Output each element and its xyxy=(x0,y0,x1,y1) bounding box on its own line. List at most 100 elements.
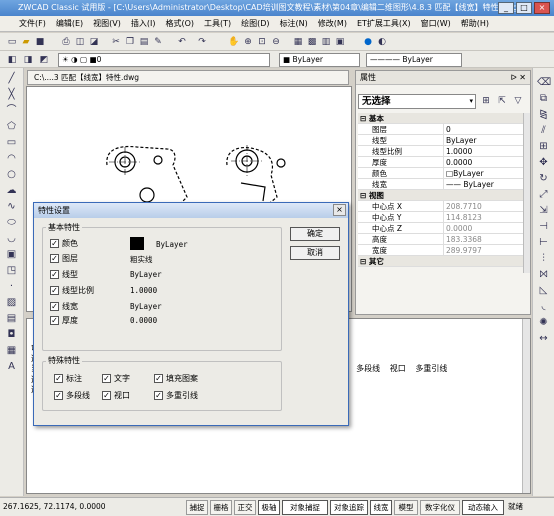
section-view[interactable]: ⊟ 视图 xyxy=(358,190,523,201)
close-icon[interactable]: × xyxy=(333,204,346,216)
dynamic-input-toggle[interactable]: 动态输入 xyxy=(462,500,504,515)
prop-row[interactable]: 线型比例 1.0000 xyxy=(358,146,523,157)
checkbox-polyline[interactable]: ✓ xyxy=(54,391,63,400)
mirror-icon[interactable]: ⧎ xyxy=(537,108,550,121)
ok-button[interactable]: 确定 xyxy=(290,227,340,241)
polyline-icon[interactable]: ⌒ xyxy=(5,104,18,117)
prop-row[interactable]: 线宽 —— ByLayer xyxy=(358,179,523,190)
snap-toggle[interactable]: 捕捉 xyxy=(186,500,208,515)
prop-row[interactable]: 高度 183.3368 xyxy=(358,234,523,245)
revision-cloud-icon[interactable]: ☁ xyxy=(5,184,18,197)
menu-insert[interactable]: 插入(I) xyxy=(126,18,161,29)
menu-draw[interactable]: 绘图(D) xyxy=(236,18,274,29)
region-icon[interactable]: ◘ xyxy=(5,328,18,341)
prop-row[interactable]: 线型 ByLayer xyxy=(358,135,523,146)
pan-icon[interactable]: ✋ xyxy=(228,36,240,48)
open-folder-icon[interactable]: ▰ xyxy=(20,36,32,48)
menu-tools[interactable]: 工具(T) xyxy=(199,18,236,29)
checkbox-dimension[interactable]: ✓ xyxy=(54,374,63,383)
new-file-icon[interactable]: ▭ xyxy=(6,36,18,48)
join-icon[interactable]: ⨝ xyxy=(537,268,550,281)
checkbox-thickness[interactable]: ✓ xyxy=(50,316,59,325)
menu-window[interactable]: 窗口(W) xyxy=(416,18,456,29)
erase-icon[interactable]: ⌫ xyxy=(537,76,551,89)
polygon-icon[interactable]: ⬠ xyxy=(5,120,18,133)
checkbox-linetype-scale[interactable]: ✓ xyxy=(50,286,59,295)
save-icon[interactable]: ■ xyxy=(34,36,46,48)
rotate-icon[interactable]: ↻ xyxy=(537,172,550,185)
polar-toggle[interactable]: 极轴 xyxy=(258,500,280,515)
prop-row[interactable]: 宽度 289.9797 xyxy=(358,245,523,256)
move-icon[interactable]: ✥ xyxy=(537,156,550,169)
menu-file[interactable]: 文件(F) xyxy=(14,18,51,29)
publish-icon[interactable]: ◪ xyxy=(88,36,100,48)
make-current-icon[interactable]: ◨ xyxy=(22,54,34,66)
undo-icon[interactable]: ↶ xyxy=(176,36,188,48)
lineweight-toggle[interactable]: 线宽 xyxy=(370,500,392,515)
ortho-toggle[interactable]: 正交 xyxy=(234,500,256,515)
tablet-toggle[interactable]: 数字化仪 xyxy=(420,500,460,515)
checkbox-viewport[interactable]: ✓ xyxy=(102,391,111,400)
calculator-icon[interactable]: ▣ xyxy=(334,36,346,48)
properties-icon[interactable]: ▦ xyxy=(292,36,304,48)
checkbox-hatch[interactable]: ✓ xyxy=(154,374,163,383)
checkbox-lineweight[interactable]: ✓ xyxy=(50,302,59,311)
rectangle-icon[interactable]: ▭ xyxy=(5,136,18,149)
zoom-previous-icon[interactable]: ⊖ xyxy=(270,36,282,48)
command-scrollbar[interactable] xyxy=(522,319,530,493)
quick-select-icon[interactable]: ⊞ xyxy=(480,95,492,107)
section-basic[interactable]: ⊟ 基本 xyxy=(358,113,523,124)
match-properties-icon[interactable]: ✎ xyxy=(152,36,164,48)
paste-icon[interactable]: ▤ xyxy=(138,36,150,48)
chamfer-icon[interactable]: ◺ xyxy=(537,284,550,297)
checkbox-layer[interactable]: ✓ xyxy=(50,254,59,263)
circle-icon[interactable]: ○ xyxy=(5,168,18,181)
design-center-icon[interactable]: ▩ xyxy=(306,36,318,48)
line-icon[interactable]: ╱ xyxy=(5,72,18,85)
help-icon[interactable]: ● xyxy=(362,36,374,48)
trim-icon[interactable]: ⊣ xyxy=(537,220,550,233)
select-objects-icon[interactable]: ⇱ xyxy=(496,95,508,107)
spline-icon[interactable]: ∿ xyxy=(5,200,18,213)
layer-dropdown[interactable]: ☀ ◑ ▢ ■0 xyxy=(58,53,270,67)
properties-scrollbar[interactable] xyxy=(523,113,530,273)
copy-icon[interactable]: ❐ xyxy=(124,36,136,48)
layer-manager-icon[interactable]: ◧ xyxy=(6,54,18,66)
tool-palette-icon[interactable]: ▥ xyxy=(320,36,332,48)
array-icon[interactable]: ⊞ xyxy=(537,140,550,153)
menu-help[interactable]: 帮助(H) xyxy=(456,18,494,29)
pickadd-icon[interactable]: ▽ xyxy=(512,95,524,107)
explode-icon[interactable]: ✺ xyxy=(537,316,550,329)
redo-icon[interactable]: ↷ xyxy=(196,36,208,48)
ellipse-arc-icon[interactable]: ◡ xyxy=(5,232,18,245)
mtext-icon[interactable]: A xyxy=(5,360,18,373)
copy-object-icon[interactable]: ⧉ xyxy=(537,92,550,105)
gradient-icon[interactable]: ▤ xyxy=(5,312,18,325)
point-icon[interactable]: · xyxy=(5,280,18,293)
menu-dimension[interactable]: 标注(N) xyxy=(275,18,313,29)
fillet-icon[interactable]: ◟ xyxy=(537,300,550,313)
checkbox-linetype[interactable]: ✓ xyxy=(50,270,59,279)
prop-row[interactable]: 中心点 X 208.7710 xyxy=(358,201,523,212)
cut-icon[interactable]: ✂ xyxy=(110,36,122,48)
checkbox-color[interactable]: ✓ xyxy=(50,239,59,248)
print-preview-icon[interactable]: ◫ xyxy=(74,36,86,48)
minimize-icon[interactable]: _ xyxy=(498,2,514,14)
panel-close-icon[interactable]: ᐅ ✕ xyxy=(511,71,526,85)
checkbox-text[interactable]: ✓ xyxy=(102,374,111,383)
offset-icon[interactable]: ⫽ xyxy=(537,124,550,137)
checkbox-mleader[interactable]: ✓ xyxy=(154,391,163,400)
layer-state-icon[interactable]: ◩ xyxy=(38,54,50,66)
maximize-icon[interactable]: □ xyxy=(516,2,532,14)
print-icon[interactable]: ⎙ xyxy=(60,36,72,48)
stretch-icon[interactable]: ⇲ xyxy=(537,204,550,217)
make-block-icon[interactable]: ◳ xyxy=(5,264,18,277)
grid-toggle[interactable]: 栅格 xyxy=(210,500,232,515)
section-other[interactable]: ⊟ 其它 xyxy=(358,256,523,267)
dimension-icon[interactable]: ↔ xyxy=(537,332,550,345)
document-tab[interactable]: C:\....3 匹配【线宽】特性.dwg xyxy=(27,70,349,85)
break-icon[interactable]: ⫶ xyxy=(537,252,550,265)
prop-row[interactable]: 中心点 Y 114.8123 xyxy=(358,212,523,223)
prop-row[interactable]: 厚度 0.0000 xyxy=(358,157,523,168)
prop-row[interactable]: 颜色 □ByLayer xyxy=(358,168,523,179)
